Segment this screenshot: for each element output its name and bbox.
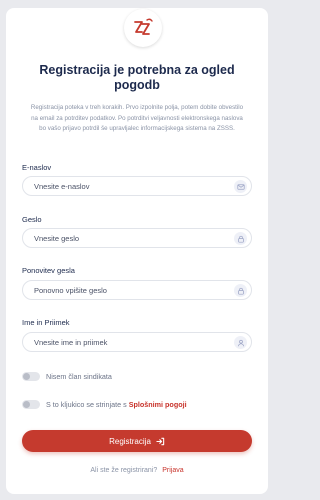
non-member-toggle[interactable] [22, 372, 40, 381]
name-label: Ime in Priimek [22, 318, 70, 327]
email-placeholder: Vnesite e-naslov [34, 182, 90, 191]
name-field[interactable]: Vnesite ime in priimek [22, 332, 252, 352]
terms-toggle[interactable] [22, 400, 40, 409]
register-button[interactable]: Registracija [22, 430, 252, 452]
sign-in-icon [156, 437, 165, 445]
password-label: Geslo [22, 215, 42, 224]
zzss-logo-icon [134, 18, 153, 35]
login-prompt: Ali ste že registrirani? [90, 467, 158, 474]
registration-card: Registracija je potrebna za ogled pogodb… [6, 8, 268, 494]
password-repeat-label: Ponovitev gesla [22, 266, 75, 275]
lock-icon [234, 284, 247, 297]
password-placeholder: Vnesite geslo [34, 234, 80, 243]
password-repeat-field[interactable]: Ponovno vpišite geslo [22, 280, 252, 300]
password-field[interactable]: Vnesite geslo [22, 228, 252, 248]
password-repeat-placeholder: Ponovno vpišite geslo [34, 286, 107, 295]
envelope-icon [234, 180, 247, 193]
register-button-label: Registracija [109, 436, 151, 446]
page-title: Registracija je potrebna za ogled pogodb [39, 63, 235, 92]
lock-icon [234, 232, 247, 245]
non-member-label: Nisem član sindikata [46, 372, 112, 381]
terms-link[interactable]: Splošnimi pogoji [129, 400, 187, 409]
login-row: Ali ste že registrirani? Prijava [6, 467, 268, 474]
name-placeholder: Vnesite ime in priimek [34, 338, 108, 347]
registration-description: Registracija poteka v treh korakih. Prvo… [30, 104, 244, 132]
email-label: E-naslov [22, 163, 52, 172]
non-member-row: Nisem član sindikata [22, 372, 112, 381]
terms-row: S to kljukico se strinjate s Splošnimi p… [22, 400, 187, 409]
login-link[interactable]: Prijava [162, 467, 183, 474]
user-icon [234, 336, 247, 349]
terms-label: S to kljukico se strinjate s [46, 400, 127, 409]
email-field[interactable]: Vnesite e-naslov [22, 176, 252, 196]
logo [124, 9, 162, 47]
